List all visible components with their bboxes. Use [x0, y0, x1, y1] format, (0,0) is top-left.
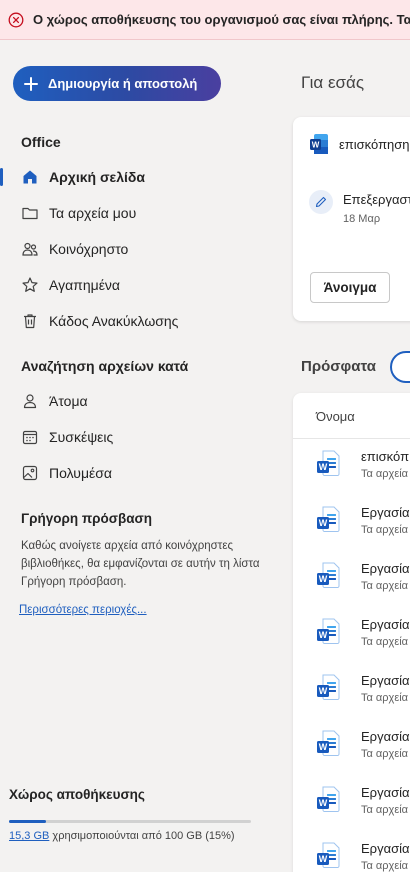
svg-text:W: W	[319, 574, 328, 584]
word-document-icon: W	[317, 506, 340, 532]
file-row[interactable]: W Εργασία Τα αρχεία	[293, 719, 410, 775]
file-name: Εργασία	[361, 841, 410, 856]
file-location: Τα αρχεία	[361, 860, 409, 872]
nav-label: Αγαπημένα	[49, 277, 121, 293]
sidebar: Δημιουργία ή αποστολή Office Αρχική σελί…	[0, 40, 270, 872]
word-document-icon: W	[317, 562, 340, 588]
file-name: επισκόπ	[361, 449, 410, 464]
file-row[interactable]: W Εργασία Τα αρχεία	[293, 663, 410, 719]
file-row[interactable]: W Εργασία Τα αρχεία	[293, 607, 410, 663]
nav-item-shared[interactable]: Κοινόχρηστο	[0, 233, 270, 265]
people-icon	[22, 242, 38, 256]
error-circle-icon	[8, 12, 24, 27]
file-location: Τα αρχεία	[361, 692, 409, 704]
file-row[interactable]: W Εργασία Τα αρχεία	[293, 495, 410, 551]
file-name: Εργασία	[361, 561, 410, 576]
file-row[interactable]: W Εργασία Τα αρχεία	[293, 551, 410, 607]
folder-icon	[22, 207, 38, 220]
open-button[interactable]: Άνοιγμα	[310, 272, 390, 303]
file-location: Τα αρχεία	[361, 524, 409, 536]
recent-filter-pill[interactable]	[390, 351, 410, 383]
quick-access-title: Γρήγορη πρόσβαση	[21, 511, 153, 526]
pencil-icon	[315, 196, 327, 208]
file-name: Εργασία	[361, 673, 410, 688]
nav-label: Κάδος Ανακύκλωσης	[49, 313, 179, 329]
file-location: Τα αρχεία	[361, 468, 409, 480]
calendar-icon	[22, 430, 38, 445]
nav-label: Τα αρχεία μου	[49, 205, 137, 221]
nav-label: Πολυμέσα	[49, 465, 112, 481]
trash-icon	[24, 314, 36, 329]
storage-title: Χώρος αποθήκευσης	[9, 787, 145, 802]
recommended-file-card[interactable]: W επισκόπηση Επεξεργαστ 18 Μαρ Άνοιγμα	[293, 117, 410, 321]
svg-text:W: W	[319, 686, 328, 696]
storage-usage-rest: χρησιμοποιούνται από 100 GB (15%)	[49, 830, 235, 842]
svg-text:W: W	[319, 798, 328, 808]
recent-heading: Πρόσφατα	[301, 358, 376, 375]
file-location: Τα αρχεία	[361, 580, 409, 592]
file-name: Εργασία	[361, 785, 410, 800]
nav-item-meetings[interactable]: Συσκέψεις	[0, 421, 270, 453]
nav-item-recycle-bin[interactable]: Κάδος Ανακύκλωσης	[0, 305, 270, 337]
file-name: Εργασία	[361, 505, 410, 520]
storage-used-link[interactable]: 15,3 GB	[9, 830, 49, 842]
star-icon	[22, 277, 38, 292]
browse-section-title: Αναζήτηση αρχείων κατά	[21, 358, 189, 374]
word-document-icon: W	[317, 842, 340, 868]
file-location: Τα αρχεία	[361, 636, 409, 648]
word-document-icon: W	[310, 134, 328, 154]
nav-item-home[interactable]: Αρχική σελίδα	[0, 161, 270, 193]
home-icon	[23, 170, 37, 184]
create-button-label: Δημιουργία ή αποστολή	[48, 76, 198, 91]
svg-text:W: W	[319, 462, 328, 472]
active-indicator	[0, 168, 3, 186]
nav-item-favorites[interactable]: Αγαπημένα	[0, 269, 270, 301]
more-places-link[interactable]: Περισσότερες περιοχές...	[19, 604, 147, 616]
banner-text: Ο χώρος αποθήκευσης του οργανισμού σας ε…	[33, 12, 410, 27]
person-icon	[23, 394, 37, 409]
quick-access-description: Καθώς ανοίγετε αρχεία από κοινόχρηστες β…	[21, 540, 260, 588]
file-row[interactable]: Wεπισκόπ Τα αρχεία	[293, 439, 410, 495]
word-document-icon: W	[317, 674, 340, 700]
nav-item-media[interactable]: Πολυμέσα	[0, 457, 270, 489]
main-content: Για εσάς W επισκόπηση Επεξεργαστ 18 Μαρ …	[270, 40, 410, 872]
file-location: Τα αρχεία	[361, 804, 409, 816]
list-header: Όνομα	[293, 393, 410, 439]
image-icon	[22, 465, 38, 481]
plus-icon	[24, 76, 38, 91]
column-header-name[interactable]: Όνομα	[316, 409, 355, 424]
nav-item-people[interactable]: Άτομα	[0, 385, 270, 417]
nav-label: Αρχική σελίδα	[49, 169, 145, 185]
file-name: Εργασία	[361, 617, 410, 632]
for-you-heading: Για εσάς	[301, 73, 365, 92]
svg-text:W: W	[319, 742, 328, 752]
office-section-title: Office	[21, 134, 61, 150]
word-document-icon: W	[317, 786, 340, 812]
nav-item-my-files[interactable]: Τα αρχεία μου	[0, 197, 270, 229]
nav-label: Κοινόχρηστο	[49, 241, 129, 257]
edit-activity-avatar	[309, 190, 333, 214]
word-document-icon: W	[317, 730, 340, 756]
word-document-icon: W	[317, 450, 340, 476]
file-row[interactable]: W Εργασία Τα αρχεία	[293, 775, 410, 831]
file-location: Τα αρχεία	[361, 748, 409, 760]
card-activity-date: 18 Μαρ	[343, 213, 381, 225]
nav-label: Συσκέψεις	[49, 429, 114, 445]
file-row[interactable]: W Εργασία Τα αρχεία	[293, 831, 410, 872]
storage-progress-bar	[9, 820, 251, 823]
recent-files-list: Όνομα Wεπισκόπ Τα αρχεία W Εργασία Τα αρχεία…	[293, 393, 410, 872]
storage-full-banner: Ο χώρος αποθήκευσης του οργανισμού σας ε…	[0, 0, 410, 40]
word-document-icon: W	[317, 618, 340, 644]
create-or-upload-button[interactable]: Δημιουργία ή αποστολή	[13, 66, 221, 101]
nav-label: Άτομα	[49, 393, 88, 409]
svg-text:W: W	[319, 854, 328, 864]
svg-text:W: W	[319, 518, 328, 528]
svg-text:W: W	[312, 141, 320, 150]
storage-progress-fill	[9, 820, 47, 823]
card-document-title: επισκόπηση	[339, 137, 410, 152]
card-activity-text: Επεξεργαστ	[343, 192, 410, 207]
storage-usage-text: 15,3 GB χρησιμοποιούνται από 100 GB (15%…	[9, 830, 235, 842]
svg-text:W: W	[319, 630, 328, 640]
file-name: Εργασία	[361, 729, 410, 744]
